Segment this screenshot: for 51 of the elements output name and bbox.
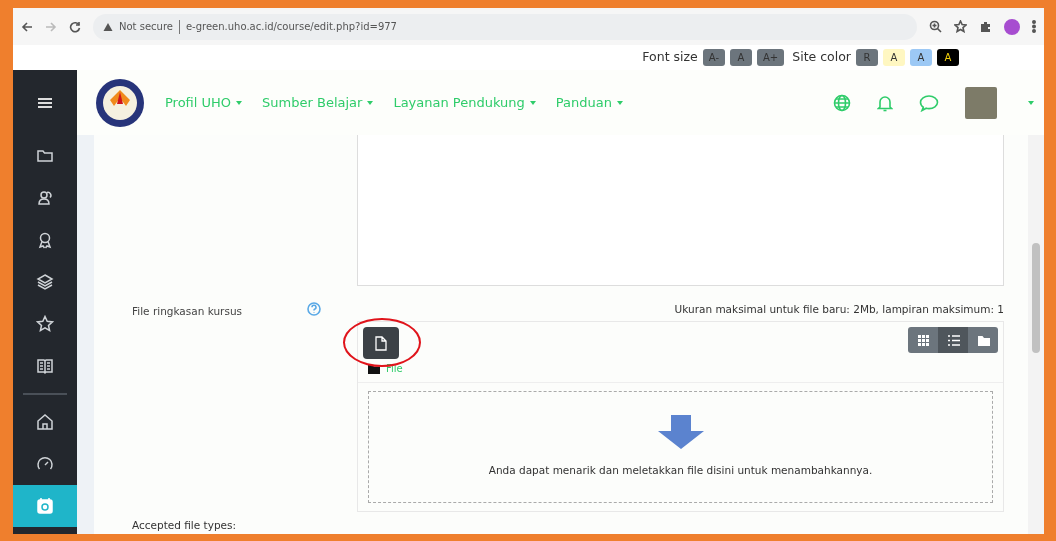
nav-menu[interactable]: Layanan Pendukung xyxy=(393,92,536,113)
folder-icon xyxy=(368,363,380,374)
warning-icon xyxy=(103,21,113,32)
star-icon xyxy=(36,315,54,333)
field-label: File ringkasan kursus xyxy=(132,303,243,319)
folder-view-button[interactable] xyxy=(968,327,998,354)
site-color-label: Site color xyxy=(792,48,851,67)
font-size-button[interactable]: A xyxy=(730,49,752,66)
book-icon xyxy=(36,357,54,375)
file-size-limit-text: Ukuran maksimal untuk file baru: 2Mb, lampiran maksimum: 1 xyxy=(673,301,1004,317)
security-warning: Not secure xyxy=(119,20,173,34)
home-icon xyxy=(36,413,54,431)
users-icon xyxy=(36,189,54,207)
zoom-icon[interactable] xyxy=(929,20,942,33)
star-icon[interactable] xyxy=(954,20,967,33)
menu-icon xyxy=(38,96,52,109)
grid-icon xyxy=(916,333,930,347)
calendar-icon xyxy=(36,497,54,515)
site-color-button[interactable]: A xyxy=(937,49,959,66)
nav-menu[interactable]: Panduan xyxy=(555,92,623,113)
university-logo xyxy=(95,77,145,128)
font-size-label: Font size xyxy=(642,48,698,67)
accepted-file-types-label: Accepted file types: xyxy=(132,518,238,534)
down-arrow-icon xyxy=(657,415,704,450)
scrollbar[interactable] xyxy=(1028,135,1044,534)
folder-icon xyxy=(36,147,54,165)
back-icon[interactable] xyxy=(21,20,33,33)
drop-instruction: Anda dapat menarik dan meletakkan file disini untuk menambahkannya. xyxy=(488,463,873,479)
drop-zone[interactable]: Anda dapat menarik dan meletakkan file disini untuk menambahkannya. xyxy=(368,391,993,504)
add-file-button[interactable] xyxy=(363,327,399,360)
list-icon xyxy=(946,333,960,347)
nav-menu[interactable]: Sumber Belajar xyxy=(262,92,374,113)
font-size-button[interactable]: A+ xyxy=(757,49,785,66)
profile-avatar[interactable] xyxy=(1004,18,1020,35)
grid-view-button[interactable] xyxy=(908,327,938,354)
address-bar[interactable]: Not secure e-green.uho.ac.id/course/edit.php?id=977 xyxy=(93,13,917,40)
puzzle-icon[interactable] xyxy=(979,20,992,33)
award-icon xyxy=(36,231,54,249)
reload-icon[interactable] xyxy=(69,20,81,33)
url-text: e-green.uho.ac.id/course/edit.php?id=977 xyxy=(185,20,397,34)
user-photo-placeholder[interactable] xyxy=(965,86,997,119)
folder-icon xyxy=(976,333,990,347)
nav-menu[interactable]: Profil UHO xyxy=(165,92,243,113)
list-view-button[interactable] xyxy=(938,327,968,354)
site-color-button[interactable]: A xyxy=(910,49,932,66)
more-icon[interactable] xyxy=(1032,20,1036,33)
file-icon xyxy=(375,335,387,351)
layers-icon xyxy=(36,273,54,291)
font-size-button[interactable]: A- xyxy=(702,49,725,66)
site-color-button[interactable]: R xyxy=(856,49,878,66)
site-color-button[interactable]: A xyxy=(883,49,905,66)
